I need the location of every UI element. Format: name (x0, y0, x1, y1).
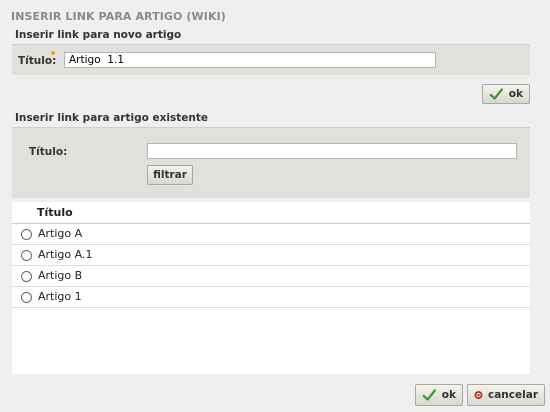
list-item[interactable]: Artigo A (12, 224, 530, 245)
dialog-title: INSERIR LINK PARA ARTIGO (WIKI) (11, 10, 226, 23)
article-list: Título Artigo A Artigo A.1 Artigo B Arti… (12, 202, 530, 374)
cancel-label: cancelar (488, 389, 538, 401)
radio-button[interactable] (21, 292, 32, 303)
list-item-label: Artigo A.1 (38, 248, 93, 261)
list-item-label: Artigo 1 (38, 290, 82, 303)
existing-article-title-input[interactable] (147, 143, 517, 159)
cancel-button[interactable]: cancelar (467, 384, 545, 406)
existing-article-title-label: Título: (29, 146, 68, 158)
new-article-title-label: Título: (18, 55, 57, 67)
radio-button[interactable] (21, 250, 32, 261)
new-article-ok-button[interactable]: ok (482, 84, 530, 104)
footer-ok-label: ok (441, 389, 456, 401)
cancel-icon (474, 391, 483, 399)
list-item[interactable]: Artigo 1 (12, 287, 530, 308)
radio-button[interactable] (21, 271, 32, 282)
radio-button[interactable] (21, 229, 32, 240)
existing-article-heading: Inserir link para artigo existente (15, 112, 208, 124)
new-article-ok-label: ok (508, 88, 523, 100)
list-header-title: Título (12, 202, 530, 224)
filter-button[interactable]: filtrar (147, 165, 193, 185)
required-marker-icon (51, 51, 55, 55)
list-item[interactable]: Artigo A.1 (12, 245, 530, 266)
list-item[interactable]: Artigo B (12, 266, 530, 287)
list-item-label: Artigo A (38, 227, 83, 240)
list-item-label: Artigo B (38, 269, 83, 282)
new-article-heading: Inserir link para novo artigo (15, 29, 182, 41)
new-article-panel: Título: (12, 44, 530, 75)
check-icon (489, 88, 504, 100)
new-article-title-input[interactable] (64, 52, 436, 68)
existing-article-filter-panel: Título: filtrar (12, 127, 530, 198)
check-icon (422, 389, 437, 401)
footer-ok-button[interactable]: ok (415, 384, 463, 406)
